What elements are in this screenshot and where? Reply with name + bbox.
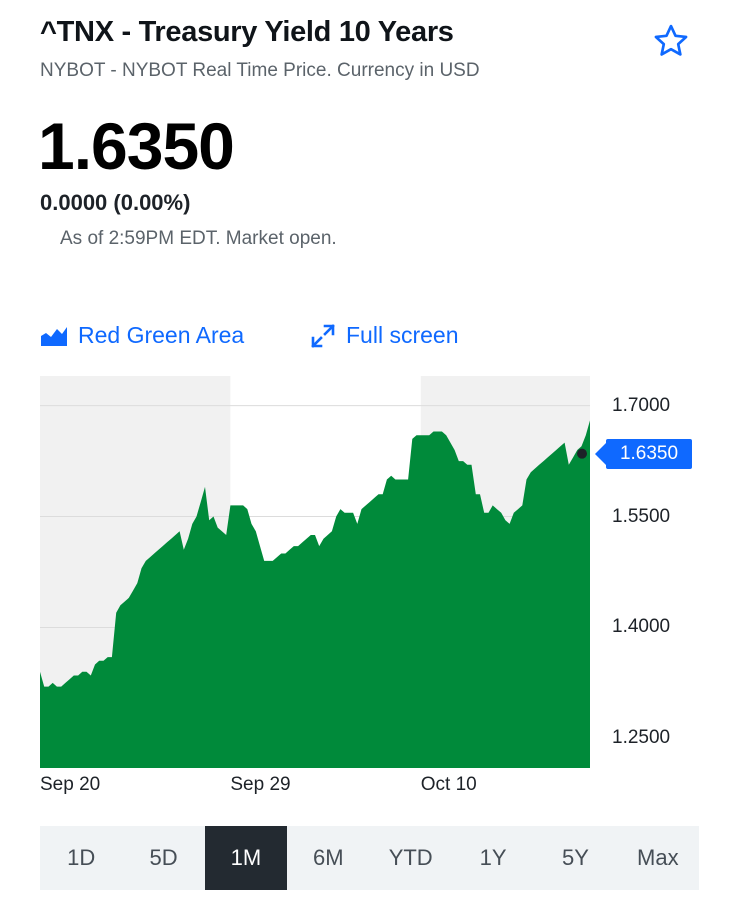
star-icon: [654, 24, 688, 56]
x-tick-label: Sep 20: [40, 774, 101, 795]
expand-arrows-icon: [310, 323, 336, 349]
price-chart[interactable]: 1.6350 1.7000 1.5500 1.4000 1.2500 Sep 20 Sep…: [0, 370, 729, 810]
current-price: 1.6350: [38, 109, 235, 183]
y-tick-label: 1.5500: [612, 505, 671, 527]
y-tick-label: 1.4000: [612, 616, 671, 638]
area-chart-icon: [40, 325, 68, 347]
range-option-6m[interactable]: 6M: [287, 826, 369, 890]
x-tick-label: Oct 10: [420, 774, 477, 795]
market-status: As of 2:59PM EDT. Market open.: [60, 228, 337, 249]
page-title: ^TNX - Treasury Yield 10 Years: [40, 16, 454, 48]
range-option-ytd[interactable]: YTD: [370, 826, 452, 890]
time-range-selector: 1D 5D 1M 6M YTD 1Y 5Y Max: [40, 826, 699, 890]
y-tick-label: 1.7000: [612, 394, 671, 416]
range-option-5d[interactable]: 5D: [122, 826, 204, 890]
chart-type-button[interactable]: Red Green Area: [40, 322, 244, 349]
fullscreen-label: Full screen: [346, 322, 459, 348]
price-change: 0.0000 (0.00%): [40, 190, 191, 215]
quote-page: ^TNX - Treasury Yield 10 Years NYBOT - N…: [0, 0, 729, 916]
range-option-max[interactable]: Max: [617, 826, 699, 890]
watchlist-star-button[interactable]: [650, 20, 692, 62]
x-tick-label: Sep 29: [230, 774, 291, 795]
chart-type-label: Red Green Area: [78, 322, 245, 348]
range-option-1d[interactable]: 1D: [40, 826, 122, 890]
exchange-subtitle: NYBOT - NYBOT Real Time Price. Currency …: [40, 60, 480, 81]
fullscreen-button[interactable]: Full screen: [310, 322, 458, 349]
range-option-5y[interactable]: 5Y: [534, 826, 616, 890]
current-value-tag: 1.6350: [595, 438, 692, 469]
range-option-1m[interactable]: 1M: [204, 826, 288, 890]
y-tick-label: 1.2500: [612, 727, 671, 749]
last-price-dot: [577, 448, 587, 459]
range-option-1y[interactable]: 1Y: [452, 826, 534, 890]
